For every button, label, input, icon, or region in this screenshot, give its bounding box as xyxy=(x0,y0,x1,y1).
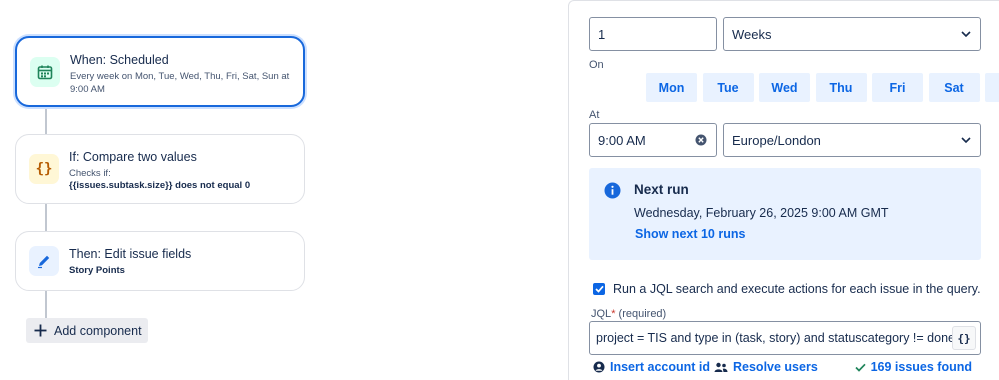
action-detail: Story Points xyxy=(69,265,125,276)
next-run-title: Next run xyxy=(634,182,689,197)
chevron-down-icon xyxy=(961,137,971,143)
day-fri-button[interactable]: Fri xyxy=(872,73,923,102)
condition-detail: {{issues.subtask.size}} does not equal 0 xyxy=(69,180,251,191)
run-jql-label: Run a JQL search and execute actions for… xyxy=(613,282,981,296)
resolve-users-link[interactable]: Resolve users xyxy=(714,360,818,374)
on-label: On xyxy=(589,59,604,71)
action-node[interactable]: Then: Edit issue fields Story Points xyxy=(15,231,305,291)
interval-value: 1 xyxy=(598,26,606,42)
issues-found-label: 169 issues found xyxy=(870,360,972,374)
trigger-title: When: Scheduled xyxy=(70,53,169,67)
day-mon-button[interactable]: Mon xyxy=(646,73,697,102)
add-component-label: Add component xyxy=(54,323,142,338)
show-next-runs-link[interactable]: Show next 10 runs xyxy=(635,227,745,241)
condition-node[interactable]: {} If: Compare two values Checks if: {{i… xyxy=(15,134,305,204)
day-sat-button[interactable]: Sat xyxy=(928,73,980,102)
trigger-settings-panel: 1 Weeks On MonTueWedThuFriSat Sun At 9:00… xyxy=(568,0,999,380)
next-run-date: Wednesday, February 26, 2025 9:00 AM GMT xyxy=(634,206,889,220)
clear-icon[interactable] xyxy=(695,134,707,146)
day-tue-button[interactable]: Tue xyxy=(702,73,754,102)
time-value: 9:00 AM xyxy=(598,132,646,148)
condition-title: If: Compare two values xyxy=(69,150,197,164)
checkmark-icon xyxy=(594,285,604,293)
trigger-subtitle: Every week on Mon, Tue, Wed, Thu, Fri, S… xyxy=(70,71,290,95)
users-icon xyxy=(714,362,728,372)
interval-value-input[interactable]: 1 xyxy=(589,17,717,51)
resolve-users-label: Resolve users xyxy=(733,360,818,374)
plus-icon xyxy=(34,324,47,337)
smart-value-button[interactable]: {} xyxy=(952,326,976,350)
day-thu-button[interactable]: Thu xyxy=(815,73,867,102)
day-sun-button[interactable]: Sun xyxy=(985,73,999,102)
flow-connector xyxy=(45,203,47,232)
add-component-button[interactable]: Add component xyxy=(26,318,148,343)
next-run-info: Next run Wednesday, February 26, 2025 9:… xyxy=(589,168,981,260)
trigger-node[interactable]: When: Scheduled Every week on Mon, Tue, … xyxy=(15,36,305,107)
action-title: Then: Edit issue fields xyxy=(69,247,192,261)
pencil-icon xyxy=(29,246,59,276)
time-input[interactable]: 9:00 AM xyxy=(589,123,717,157)
timezone-select[interactable]: Europe/London xyxy=(723,123,981,157)
jql-query: project = TIS and type in (task, story) … xyxy=(596,331,955,345)
info-icon xyxy=(604,182,621,199)
braces-icon: {} xyxy=(29,154,59,184)
insert-account-id-label: Insert account id xyxy=(610,360,711,374)
rule-flow: When: Scheduled Every week on Mon, Tue, … xyxy=(0,0,568,380)
chevron-down-icon xyxy=(961,31,971,37)
interval-unit-value: Weeks xyxy=(732,26,772,42)
jql-label: JQL* (required) xyxy=(591,308,667,320)
flow-connector xyxy=(45,290,47,320)
flow-connector xyxy=(45,106,47,135)
jql-input[interactable]: project = TIS and type in (task, story) … xyxy=(589,321,981,355)
braces-icon: {} xyxy=(957,331,971,345)
at-label: At xyxy=(589,109,600,121)
insert-account-id-link[interactable]: Insert account id xyxy=(593,360,710,374)
checkmark-icon xyxy=(854,363,866,372)
user-icon xyxy=(593,361,605,373)
timezone-value: Europe/London xyxy=(732,132,821,148)
issues-found-status: 169 issues found xyxy=(854,360,972,374)
day-wed-button[interactable]: Wed xyxy=(759,73,810,102)
calendar-icon xyxy=(30,56,60,87)
run-jql-checkbox[interactable] xyxy=(593,283,605,295)
interval-unit-select[interactable]: Weeks xyxy=(723,17,981,51)
